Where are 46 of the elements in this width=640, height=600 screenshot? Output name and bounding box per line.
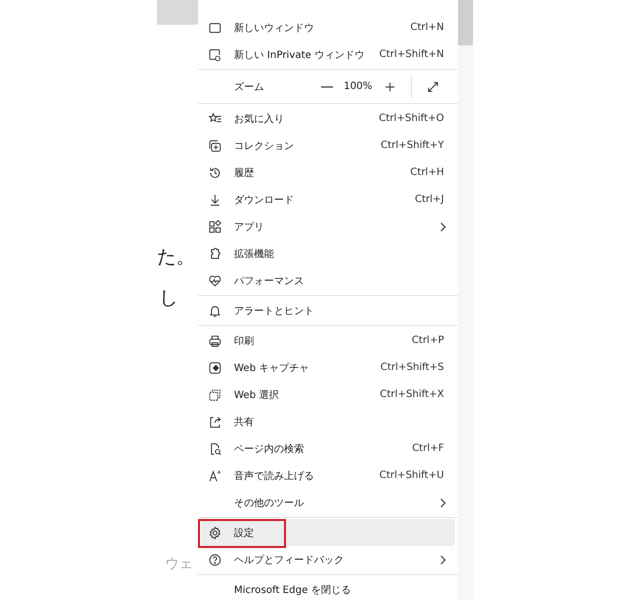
plus-icon (383, 80, 397, 94)
menu-item[interactable]: お気に入り Ctrl+Shift+O (198, 105, 458, 132)
menu-item[interactable]: 音声で読み上げる Ctrl+Shift+U (198, 462, 458, 489)
menu-item[interactable]: ダウンロード Ctrl+J (198, 186, 458, 213)
page-search-icon (208, 442, 222, 456)
bell-icon (208, 304, 222, 318)
zoom-label: ズーム (234, 80, 265, 94)
share-icon (208, 414, 222, 428)
minus-icon (321, 86, 333, 88)
menu-item[interactable]: Web 選択 Ctrl+Shift+X (198, 381, 458, 408)
expand-icon (426, 80, 440, 94)
read-aloud-icon (208, 468, 222, 482)
menu-item[interactable]: アラートとヒント (198, 297, 458, 324)
heart-pulse-icon (208, 274, 222, 288)
puzzle-icon (208, 246, 222, 260)
menu-item[interactable]: アプリ (198, 213, 458, 240)
settings-icon (208, 526, 222, 540)
capture-icon (208, 360, 222, 374)
menu-item[interactable]: 新しい InPrivate ウィンドウ Ctrl+Shift+N (198, 41, 458, 68)
private-window-icon (208, 48, 222, 62)
menu-item[interactable]: ページ内の検索 Ctrl+F (198, 435, 458, 462)
menu-item[interactable]: ヘルプとフィードバック (198, 546, 458, 573)
zoom-level: 100% (343, 81, 373, 92)
page-text: し (159, 286, 178, 311)
selection-icon (208, 388, 222, 402)
menu-item[interactable]: 新しいウィンドウ Ctrl+N (198, 14, 458, 41)
menu-item[interactable]: コレクション Ctrl+Shift+Y (198, 132, 458, 159)
download-icon (208, 192, 222, 206)
menu-item[interactable]: Microsoft Edge を閉じる (198, 576, 458, 600)
help-icon (208, 552, 222, 566)
menu-item[interactable]: その他のツール (198, 489, 458, 516)
history-icon (208, 166, 222, 180)
menu-item[interactable]: 共有 (198, 408, 458, 435)
collection-icon (208, 138, 222, 152)
page-text: ウェ (165, 555, 193, 573)
menu-item[interactable]: Web キャプチャ Ctrl+Shift+S (198, 354, 458, 381)
page-text: た。 (157, 245, 195, 270)
apps-icon (208, 220, 222, 234)
menu-item[interactable]: 設定 (201, 519, 455, 546)
menu-item[interactable]: パフォーマンス (198, 267, 458, 294)
menu-item[interactable]: 履歴 Ctrl+H (198, 159, 458, 186)
window-icon (208, 20, 222, 34)
printer-icon (208, 334, 222, 348)
menu-item[interactable]: 拡張機能 (198, 240, 458, 267)
menu-item[interactable]: 印刷 Ctrl+P (198, 327, 458, 354)
toolbar-background (157, 0, 198, 25)
